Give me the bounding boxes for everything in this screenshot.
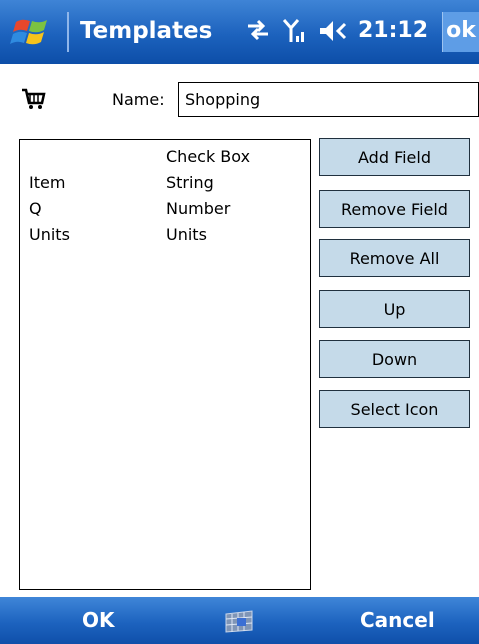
- field-list[interactable]: Check Box Item String Q Number Units Uni…: [19, 139, 311, 590]
- signal-icon[interactable]: [283, 18, 307, 44]
- up-button[interactable]: Up: [319, 290, 470, 328]
- keyboard-icon[interactable]: [222, 608, 256, 634]
- list-item[interactable]: Item String: [20, 170, 308, 196]
- field-name: Units: [29, 225, 70, 244]
- remove-all-button[interactable]: Remove All: [319, 239, 470, 277]
- add-field-button[interactable]: Add Field: [319, 138, 470, 176]
- windows-start-icon[interactable]: [10, 14, 56, 50]
- name-label: Name:: [112, 90, 165, 109]
- remove-field-button[interactable]: Remove Field: [319, 190, 470, 228]
- volume-icon[interactable]: [318, 18, 350, 44]
- title-separator: [67, 12, 69, 52]
- list-item[interactable]: Check Box: [20, 144, 308, 170]
- field-name: Q: [29, 199, 42, 218]
- field-type: Number: [166, 199, 231, 218]
- list-item[interactable]: Q Number: [20, 196, 308, 222]
- field-type: Units: [166, 225, 207, 244]
- field-type: String: [166, 173, 214, 192]
- connectivity-icon[interactable]: [245, 18, 271, 42]
- shopping-cart-icon[interactable]: [20, 85, 46, 111]
- cancel-softkey[interactable]: Cancel: [360, 597, 435, 644]
- down-button[interactable]: Down: [319, 340, 470, 378]
- name-input[interactable]: [178, 82, 479, 117]
- title-ok-button[interactable]: ok: [442, 12, 479, 52]
- list-item[interactable]: Units Units: [20, 222, 308, 248]
- window-title: Templates: [80, 18, 213, 44]
- softkey-bar: OK Cancel: [0, 597, 479, 644]
- field-name: Item: [29, 173, 66, 192]
- title-bar: Templates 21:12 ok: [0, 0, 479, 64]
- clock-time[interactable]: 21:12: [358, 16, 428, 46]
- select-icon-button[interactable]: Select Icon: [319, 390, 470, 428]
- field-type: Check Box: [166, 147, 251, 166]
- ok-softkey[interactable]: OK: [82, 597, 115, 644]
